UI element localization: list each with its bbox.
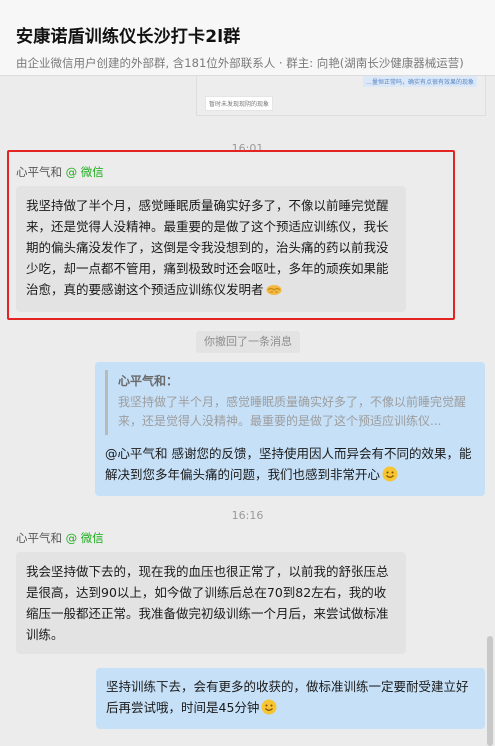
smile-icon	[261, 699, 277, 721]
smile-icon	[382, 466, 398, 488]
message-sender[interactable]: 心平气和 @ 微信	[16, 530, 104, 546]
image-text-line: 暂时未发现现阴的现象	[205, 96, 274, 111]
message-list[interactable]: …量恒正常吗，确实有点很有效果的现象 暂时未发现现阴的现象 16:01 心平气和…	[0, 76, 495, 746]
image-text-line: …量恒正常吗，确实有点很有效果的现象	[362, 76, 477, 87]
quote-text: 我坚持做了半个月，感觉睡眠质量确实好多了，不像以前睡完觉醒来，还是觉得人没精神。…	[118, 395, 467, 428]
message-text: @心平气和 感谢您的反馈，坚持使用因人而异会有不同的效果，能解决到您多年偏头痛的…	[105, 446, 472, 482]
incoming-message-bubble[interactable]: 我坚持做了半个月，感觉睡眠质量确实好多了，不像以前睡完觉醒来，还是觉得人没精神。…	[16, 186, 406, 312]
message-sender[interactable]: 心平气和 @ 微信	[16, 164, 104, 180]
group-title: 安康诺盾训练仪长沙打卡2l群	[16, 27, 241, 47]
chat-header: 安康诺盾训练仪长沙打卡2l群 由企业微信用户创建的外部群, 含181位外部联系人…	[0, 0, 495, 76]
message-text: 坚持训练下去，会有更多的收获的，做标准训练一定要耐受建立好后再尝试哦，时间是45…	[106, 679, 469, 715]
quoted-message[interactable]: 心平气和： 我坚持做了半个月，感觉睡眠质量确实好多了，不像以前睡完觉醒来，还是觉…	[105, 370, 475, 435]
scrollbar[interactable]	[487, 636, 493, 746]
handshake-icon	[266, 281, 282, 303]
recall-notice: 你撤回了一条消息	[196, 331, 300, 353]
message-text: 我会坚持做下去的，现在我的血压也很正常了，以前我的舒张压总是很高，达到90以上，…	[26, 564, 389, 642]
sender-source: @ 微信	[65, 165, 104, 179]
sender-source: @ 微信	[65, 531, 104, 545]
timestamp: 16:16	[231, 509, 264, 522]
outgoing-message-bubble[interactable]: 心平气和： 我坚持做了半个月，感觉睡眠质量确实好多了，不像以前睡完觉醒来，还是觉…	[95, 362, 485, 496]
sender-name: 心平气和	[16, 531, 62, 545]
sender-name: 心平气和	[16, 165, 62, 179]
outgoing-message-bubble[interactable]: 坚持训练下去，会有更多的收获的，做标准训练一定要耐受建立好后再尝试哦，时间是45…	[96, 668, 485, 729]
incoming-message-bubble[interactable]: 我会坚持做下去的，现在我的血压也很正常了，以前我的舒张压总是很高，达到90以上，…	[16, 552, 406, 654]
group-subtitle: 由企业微信用户创建的外部群, 含181位外部联系人 · 群主: 向艳(湖南长沙健…	[16, 56, 464, 70]
quote-sender: 心平气和：	[118, 374, 179, 388]
message-text: 我坚持做了半个月，感觉睡眠质量确实好多了，不像以前睡完觉醒来，还是觉得人没精神。…	[26, 198, 389, 297]
shared-image-message[interactable]: …量恒正常吗，确实有点很有效果的现象 暂时未发现现阴的现象	[196, 76, 486, 116]
